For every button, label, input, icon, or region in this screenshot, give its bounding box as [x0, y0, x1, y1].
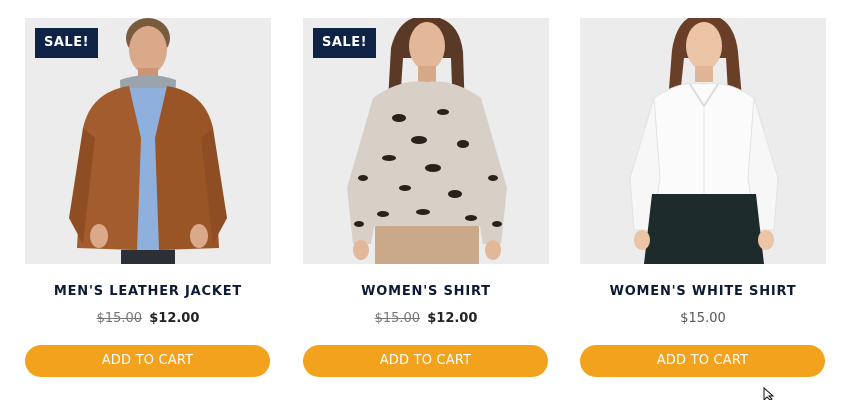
- product-image-mens-leather-jacket[interactable]: SALE!: [25, 18, 271, 264]
- mouse-pointer-icon: [763, 386, 775, 400]
- regular-price: $15.00: [680, 311, 726, 326]
- add-to-cart-button[interactable]: ADD TO CART: [303, 345, 548, 377]
- product-title[interactable]: MEN'S LEATHER JACKET: [25, 283, 271, 300]
- sale-price: $12.00: [427, 311, 478, 326]
- add-to-cart-button[interactable]: ADD TO CART: [25, 345, 270, 377]
- original-price: $15.00: [374, 311, 421, 326]
- product-card: WOMEN'S WHITE SHIRT $15.00 ADD TO CART: [580, 18, 826, 380]
- product-card: SALE! WOMEN'S SHIRT $15.00 $12.00 ADD TO…: [303, 18, 549, 380]
- price: $15.00 $12.00: [303, 310, 549, 328]
- product-grid: SALE! MEN'S LEATHER JACKET $15.00 $12.00…: [0, 0, 850, 400]
- product-title[interactable]: WOMEN'S SHIRT: [303, 283, 549, 300]
- price: $15.00 $12.00: [25, 310, 271, 328]
- product-image-womens-white-shirt[interactable]: [580, 18, 826, 264]
- product-image-womens-shirt[interactable]: SALE!: [303, 18, 549, 264]
- product-card: SALE! MEN'S LEATHER JACKET $15.00 $12.00…: [25, 18, 271, 380]
- sale-badge: SALE!: [313, 28, 377, 58]
- sale-badge: SALE!: [35, 28, 99, 58]
- sale-price: $12.00: [149, 311, 200, 326]
- womens-white-shirt-photo: [580, 18, 826, 264]
- product-title[interactable]: WOMEN'S WHITE SHIRT: [580, 283, 826, 300]
- add-to-cart-button[interactable]: ADD TO CART: [580, 345, 825, 377]
- original-price: $15.00: [96, 311, 143, 326]
- price: $15.00: [580, 310, 826, 328]
